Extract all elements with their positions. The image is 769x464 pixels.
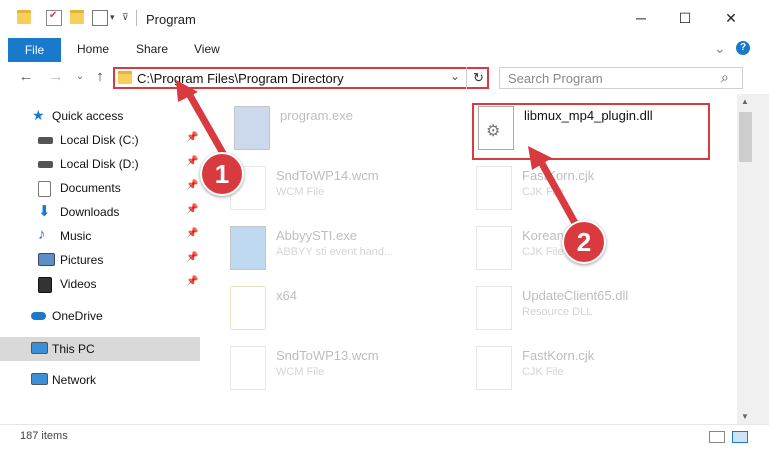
annotation-arrows <box>176 80 584 234</box>
status-bar <box>0 424 769 464</box>
large-icons-view-icon[interactable] <box>732 431 748 443</box>
item-count: 187 items <box>20 430 68 442</box>
callout-badge-2: 2 <box>562 220 606 264</box>
callout-badge-1: 1 <box>200 152 244 196</box>
details-view-icon[interactable] <box>709 431 725 443</box>
